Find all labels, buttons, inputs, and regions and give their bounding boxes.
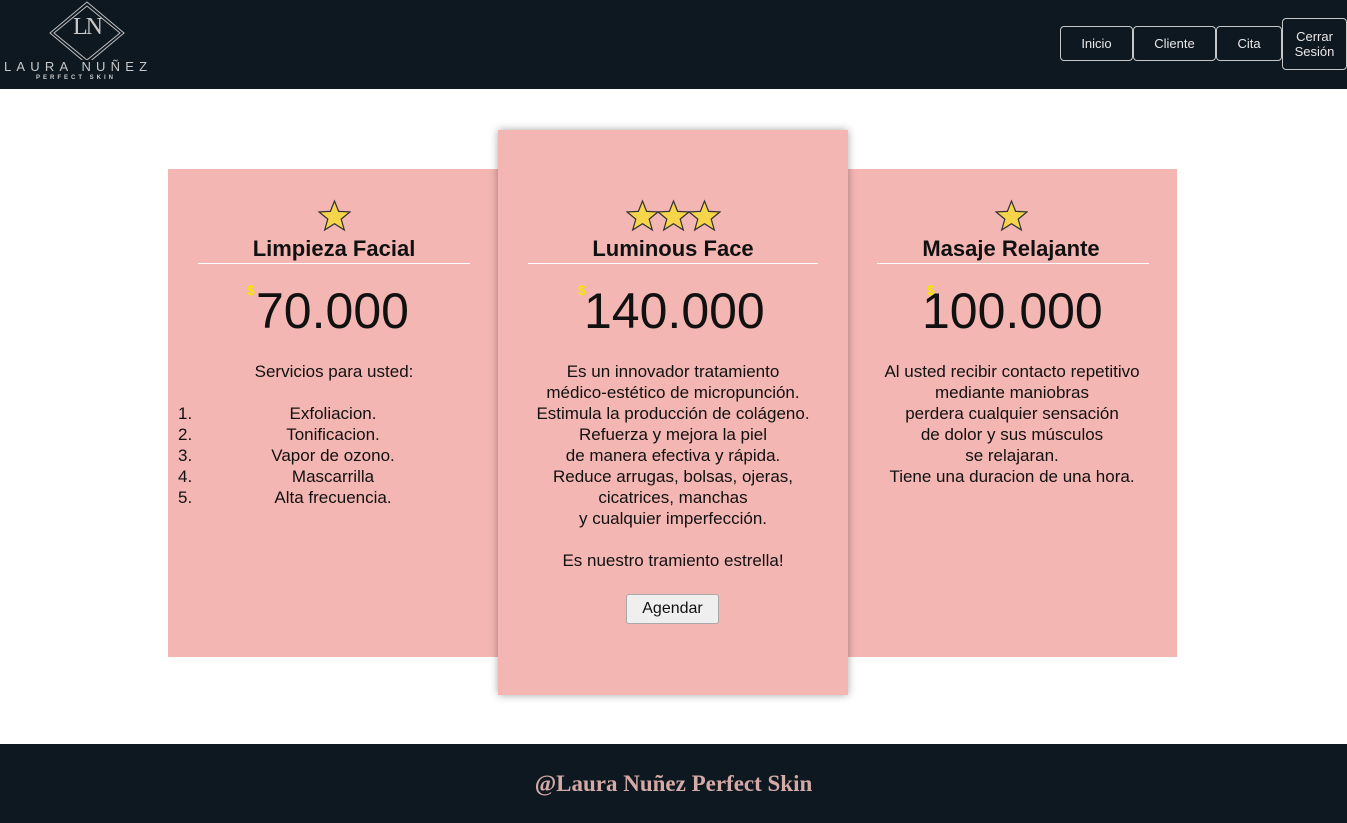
list-item: Vapor de ozono. bbox=[271, 446, 395, 465]
card-title: Luminous Face bbox=[592, 236, 754, 261]
rating-stars bbox=[168, 199, 500, 233]
description-line: se relajaran. bbox=[965, 446, 1059, 465]
description-line: Reduce arrugas, bolsas, ojeras, bbox=[552, 467, 794, 486]
agendar-button[interactable]: Agendar bbox=[626, 594, 719, 624]
star-icon bbox=[625, 199, 659, 232]
description-line: Tiene una duracion de una hora. bbox=[889, 467, 1135, 486]
price: 140.000 bbox=[584, 283, 765, 339]
list-item: Alta frecuencia. bbox=[274, 488, 392, 507]
description-line: y cualquier imperfección. bbox=[578, 509, 768, 528]
nav-logout-button[interactable]: Cerrar Sesión bbox=[1282, 18, 1347, 70]
description-line: Refuerza y mejora la piel bbox=[578, 425, 768, 444]
brand-logo[interactable]: LN LAURA NUÑEZ PERFECT SKIN bbox=[0, 0, 180, 89]
site-header: LN LAURA NUÑEZ PERFECT SKIN Inicio Clien… bbox=[0, 0, 1347, 89]
price: 70.000 bbox=[256, 283, 409, 339]
list-item: Mascarrilla bbox=[291, 467, 375, 486]
star-icon bbox=[687, 199, 721, 232]
price: 100.000 bbox=[922, 283, 1103, 339]
star-icon bbox=[994, 199, 1028, 232]
star-icon bbox=[656, 199, 690, 232]
description-line: de manera efectiva y rápida. bbox=[565, 446, 781, 465]
card-title: Masaje Relajante bbox=[922, 236, 1100, 261]
logo-name: LAURA NUÑEZ bbox=[4, 59, 153, 74]
description-line: Estimula la producción de colágeno. bbox=[536, 404, 810, 423]
list-item: Exfoliacion. bbox=[289, 404, 377, 423]
description-line: mediante maniobras bbox=[934, 383, 1090, 402]
nav-cliente-button[interactable]: Cliente bbox=[1133, 26, 1216, 61]
description-line: médico-estético de micropunción. bbox=[546, 383, 800, 402]
logo-tagline: PERFECT SKIN bbox=[36, 75, 117, 81]
logout-label-line2: Sesión bbox=[1294, 44, 1335, 59]
highlight-text: Es nuestro tramiento estrella! bbox=[562, 551, 784, 570]
logo-monogram: LN bbox=[73, 14, 103, 40]
star-icon bbox=[317, 199, 351, 232]
description-line: cicatrices, manchas bbox=[598, 488, 748, 507]
currency-symbol: $ bbox=[247, 282, 255, 298]
rating-stars bbox=[498, 199, 848, 233]
description-line: de dolor y sus músculos bbox=[920, 425, 1104, 444]
rating-stars bbox=[845, 199, 1177, 233]
description-line: Es un innovador tratamiento bbox=[566, 362, 780, 381]
list-item: Tonificacion. bbox=[286, 425, 380, 444]
description-line: Al usted recibir contacto repetitivo bbox=[884, 362, 1140, 381]
nav-cita-button[interactable]: Cita bbox=[1216, 26, 1282, 61]
card-title: Limpieza Facial bbox=[252, 236, 416, 261]
logout-label-line1: Cerrar bbox=[1296, 29, 1333, 44]
description-line: perdera cualquier sensación bbox=[905, 404, 1119, 423]
footer-text: @Laura Nuñez Perfect Skin bbox=[534, 771, 813, 796]
title-divider bbox=[877, 263, 1149, 264]
nav-inicio-button[interactable]: Inicio bbox=[1060, 26, 1133, 61]
title-divider bbox=[198, 263, 470, 264]
title-divider bbox=[528, 263, 818, 264]
services-intro: Servicios para usted: bbox=[254, 362, 414, 381]
